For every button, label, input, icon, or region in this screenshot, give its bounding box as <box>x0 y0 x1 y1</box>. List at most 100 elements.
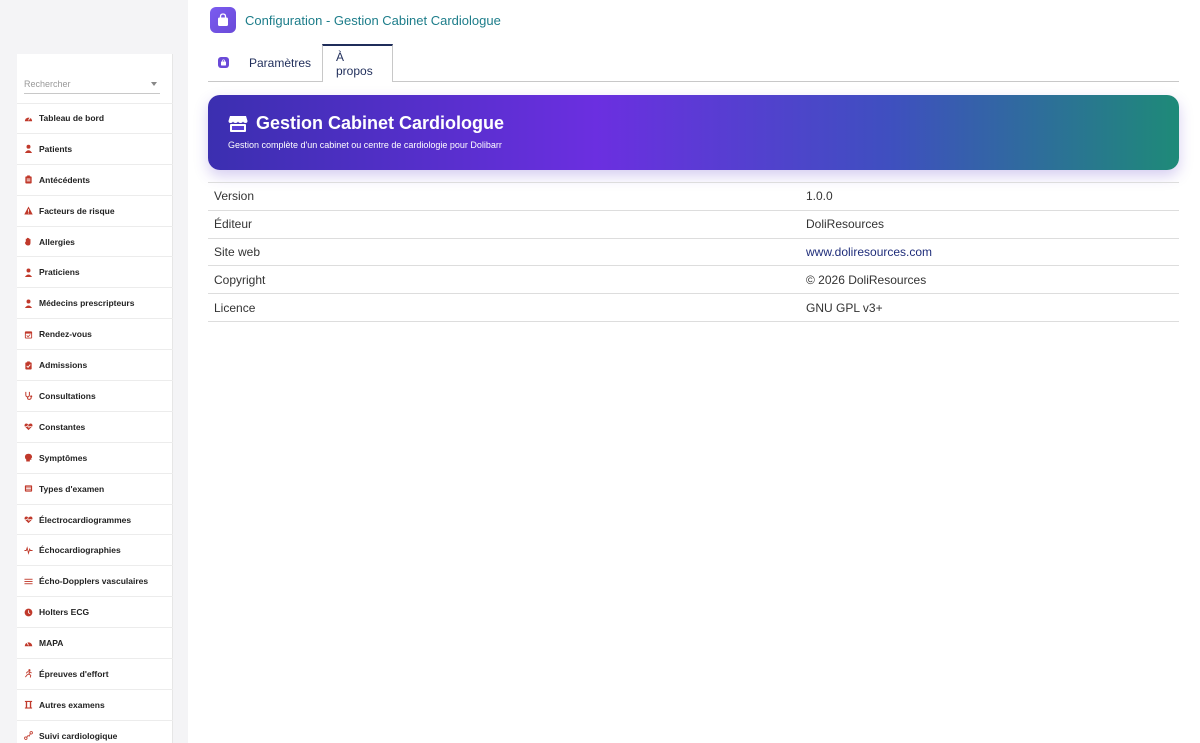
doctor-icon <box>24 268 33 277</box>
sidebar-item-label: Électrocardiogrammes <box>39 514 132 525</box>
sidebar-item-echo-dopplers-vasculaires[interactable]: Écho-Dopplers vasculaires <box>17 566 173 598</box>
table-row: Version 1.0.0 <box>208 182 1179 211</box>
store-icon <box>228 115 248 133</box>
info-label: Version <box>214 189 255 204</box>
hand-icon <box>24 237 33 246</box>
page-title: Configuration - Gestion Cabinet Cardiolo… <box>245 12 501 28</box>
dashboard-icon <box>24 114 33 123</box>
tab-a-propos[interactable]: À propos <box>322 44 393 82</box>
sidebar-panel: Rechercher Tableau de bord Patients Anté… <box>17 54 173 743</box>
tab-parametres[interactable]: Paramètres <box>238 44 322 81</box>
info-label: Copyright <box>214 272 266 287</box>
banner-subtitle: Gestion complète d'un cabinet ou centre … <box>228 140 502 150</box>
running-icon <box>24 669 33 679</box>
sidebar-item-label: Rendez-vous <box>39 329 92 340</box>
clipboard-check-icon <box>24 361 33 370</box>
user-icon <box>24 144 33 154</box>
sidebar-item-label: Médecins prescripteurs <box>39 298 135 309</box>
sidebar-item-label: Tableau de bord <box>39 113 105 124</box>
sidebar-item-label: Épreuves d'effort <box>39 668 109 679</box>
sidebar-item-label: Antécédents <box>39 174 91 185</box>
info-value: GNU GPL v3+ <box>806 300 883 315</box>
chart-icon <box>24 731 33 741</box>
sidebar-item-label: Allergies <box>39 236 75 247</box>
gauge-icon <box>24 639 33 648</box>
sidebar-item-suivi-cardiologique[interactable]: Suivi cardiologique <box>17 721 173 743</box>
sidebar: Rechercher Tableau de bord Patients Anté… <box>0 0 188 743</box>
sidebar-item-label: Symptômes <box>39 452 88 463</box>
sidebar-item-label: Admissions <box>39 360 88 371</box>
sidebar-item-label: Praticiens <box>39 267 80 278</box>
chevron-down-icon <box>151 81 157 86</box>
table-row: Licence GNU GPL v3+ <box>208 294 1179 322</box>
sidebar-item-label: Consultations <box>39 390 96 401</box>
heart-pulse-icon <box>24 515 33 524</box>
flask-icon <box>24 700 33 709</box>
lines-icon <box>24 577 33 586</box>
sidebar-item-epreuves-d-effort[interactable]: Épreuves d'effort <box>17 659 173 690</box>
sidebar-item-constantes[interactable]: Constantes <box>17 412 173 443</box>
sidebar-item-electrocardiogrammes[interactable]: Électrocardiogrammes <box>17 505 173 536</box>
sidebar-item-allergies[interactable]: Allergies <box>17 227 173 258</box>
page-header: Configuration - Gestion Cabinet Cardiolo… <box>210 7 501 33</box>
sidebar-item-autres-examens[interactable]: Autres examens <box>17 690 173 721</box>
banner-title-text: Gestion Cabinet Cardiologue <box>256 113 505 133</box>
sidebar-item-medecins-prescripteurs[interactable]: Médecins prescripteurs <box>17 288 173 320</box>
head-icon <box>24 453 33 462</box>
sidebar-item-label: MAPA <box>39 638 64 649</box>
info-value: 1.0.0 <box>806 189 833 204</box>
search-placeholder: Rechercher <box>24 78 71 89</box>
banner-title: Gestion Cabinet Cardiologue <box>228 113 504 134</box>
sidebar-item-label: Holters ECG <box>39 607 90 618</box>
wave-icon <box>24 546 33 555</box>
calendar-icon <box>24 330 33 339</box>
sidebar-item-symptomes[interactable]: Symptômes <box>17 443 173 474</box>
doctor-icon <box>24 299 33 308</box>
sidebar-item-label: Patients <box>39 143 73 154</box>
website-link[interactable]: www.doliresources.com <box>806 245 932 259</box>
sidebar-item-label: Suivi cardiologique <box>39 730 118 741</box>
info-value: DoliResources <box>806 217 885 232</box>
search-select[interactable]: Rechercher <box>24 74 160 94</box>
sidebar-item-holters-ecg[interactable]: Holters ECG <box>17 597 173 629</box>
sidebar-item-label: Facteurs de risque <box>39 205 115 216</box>
info-label: Site web <box>214 244 261 259</box>
list-icon <box>24 484 33 493</box>
tab-label: Paramètres <box>248 55 312 70</box>
table-row: Site web www.doliresources.com <box>208 238 1179 266</box>
sidebar-item-facteurs-de-risque[interactable]: Facteurs de risque <box>17 196 173 227</box>
sidebar-item-patients[interactable]: Patients <box>17 134 173 165</box>
heartbeat-icon <box>24 422 33 431</box>
sidebar-item-antecedents[interactable]: Antécédents <box>17 165 173 196</box>
warning-icon <box>24 206 33 215</box>
sidebar-item-mapa[interactable]: MAPA <box>17 628 173 660</box>
tab-bar: Paramètres À propos <box>208 44 1179 82</box>
sidebar-item-label: Constantes <box>39 421 86 432</box>
table-row: Copyright © 2026 DoliResources <box>208 266 1179 294</box>
info-table: Version 1.0.0 Éditeur DoliResources Site… <box>208 182 1179 322</box>
info-value: © 2026 DoliResources <box>806 272 927 287</box>
clipboard-icon <box>24 175 33 184</box>
sidebar-item-echocardiographies[interactable]: Échocardiographies <box>17 535 173 567</box>
sidebar-item-label: Autres examens <box>39 699 105 710</box>
info-label: Éditeur <box>214 217 253 232</box>
table-row: Éditeur DoliResources <box>208 210 1179 239</box>
sidebar-item-consultations[interactable]: Consultations <box>17 381 173 412</box>
sidebar-item-rendez-vous[interactable]: Rendez-vous <box>17 319 173 351</box>
stethoscope-icon <box>24 391 33 401</box>
sidebar-item-praticiens[interactable]: Praticiens <box>17 257 173 289</box>
shopping-bag-icon <box>210 7 236 33</box>
sidebar-item-tableau-de-bord[interactable]: Tableau de bord <box>17 103 173 134</box>
sidebar-item-admissions[interactable]: Admissions <box>17 350 173 382</box>
info-label: Licence <box>214 300 256 315</box>
sidebar-menu: Tableau de bord Patients Antécédents Fac… <box>17 103 173 743</box>
main-content: Configuration - Gestion Cabinet Cardiolo… <box>188 0 1200 743</box>
module-banner: Gestion Cabinet Cardiologue Gestion comp… <box>208 95 1179 170</box>
clock-icon <box>24 608 33 617</box>
sidebar-item-label: Écho-Dopplers vasculaires <box>39 576 149 587</box>
tab-label: À propos <box>336 50 373 78</box>
module-icon <box>208 44 238 81</box>
sidebar-item-label: Types d'examen <box>39 483 105 494</box>
sidebar-item-types-d-examen[interactable]: Types d'examen <box>17 474 173 505</box>
sidebar-item-label: Échocardiographies <box>39 545 121 556</box>
